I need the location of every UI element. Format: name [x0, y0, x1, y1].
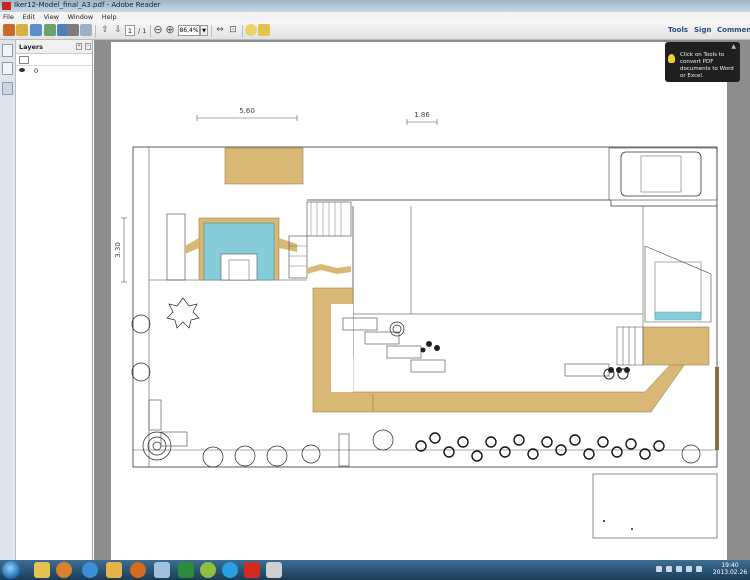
fit-width-icon[interactable]: ⇔: [214, 24, 226, 36]
next-page-icon[interactable]: ⇩: [112, 24, 124, 36]
lightbulb-icon: [668, 54, 675, 63]
layer-row[interactable]: 0: [16, 66, 92, 76]
eye-icon[interactable]: [19, 68, 25, 72]
utorrent-icon[interactable]: [200, 562, 216, 578]
highlight-pen-icon[interactable]: [258, 24, 270, 36]
open-folder-icon[interactable]: [16, 24, 28, 36]
site-boundary: [132, 146, 718, 468]
palm-symbol: [420, 341, 440, 353]
dimension-label: 5.60: [239, 107, 255, 115]
sign-button[interactable]: Sign: [694, 26, 711, 34]
car-outline: [620, 151, 702, 197]
layer-name: 0: [34, 67, 39, 75]
navigation-rail: [0, 40, 16, 560]
page-thumbnails-icon[interactable]: [2, 44, 13, 57]
tray-icon[interactable]: [656, 566, 662, 572]
pdf-page[interactable]: 5.60 1.86 3.30: [111, 42, 727, 560]
tooltip-text: Click on Tools to convert PDF documents …: [680, 52, 734, 79]
skype-icon[interactable]: [222, 562, 238, 578]
volume-icon[interactable]: [696, 566, 702, 572]
document-area[interactable]: 5.60 1.86 3.30: [94, 40, 750, 560]
clock-time: 19:40: [721, 562, 739, 569]
layers-options[interactable]: [16, 54, 92, 66]
options-menu-icon[interactable]: [19, 56, 29, 64]
tree-symbols: [131, 297, 701, 468]
dimension-label: 3.30: [114, 242, 122, 258]
expand-panel-icon[interactable]: ›: [85, 43, 91, 50]
tooltip-arrow-icon: ▲: [731, 43, 736, 50]
shrub-cluster: [603, 367, 630, 380]
media-player-icon[interactable]: [56, 562, 72, 578]
stairs: [288, 201, 352, 279]
title-block: [592, 473, 718, 539]
site-plan-drawing: 5.60 1.86 3.30: [114, 107, 719, 539]
tools-tooltip: ▲ Click on Tools to convert PDF document…: [665, 42, 740, 82]
hedge-row: [415, 432, 665, 462]
title-bar: Iker12-Model_final_A3.pdf - Adobe Reader: [0, 0, 750, 12]
collapse-panel-icon[interactable]: «: [76, 43, 82, 50]
paint-icon[interactable]: [106, 562, 122, 578]
explorer-icon[interactable]: [34, 562, 50, 578]
folder-icon[interactable]: [154, 562, 170, 578]
save-disk-icon[interactable]: [178, 562, 194, 578]
comment-button[interactable]: Comment: [717, 26, 750, 34]
zoom-dropdown-chevron-icon[interactable]: ▼: [200, 25, 208, 36]
window-title: Iker12-Model_final_A3.pdf - Adobe Reader: [14, 1, 161, 9]
adobe-reader-icon: [2, 2, 11, 10]
page-total: / 1: [138, 27, 147, 35]
tray-icon[interactable]: [676, 566, 682, 572]
acrobat-icon[interactable]: [244, 562, 260, 578]
layers-panel-header: Layers « ›: [16, 40, 92, 54]
layers-panel: Layers « › 0: [16, 40, 93, 560]
clock-date: 2013.02.26: [712, 569, 748, 576]
attachments-icon[interactable]: [2, 62, 13, 75]
zoom-out-icon[interactable]: ⊖: [152, 24, 164, 36]
page-number-input[interactable]: 1: [125, 25, 135, 36]
app-icon[interactable]: [266, 562, 282, 578]
windows-taskbar: 19:40 2013.02.26: [0, 560, 750, 580]
dimension-label: 1.86: [414, 111, 430, 119]
start-button-icon[interactable]: [2, 561, 20, 579]
firefox-icon[interactable]: [130, 562, 146, 578]
create-pdf-icon[interactable]: [3, 24, 15, 36]
zoom-input[interactable]: 86,4%: [178, 25, 200, 36]
cloud-icon[interactable]: [30, 24, 42, 36]
internet-explorer-icon[interactable]: [82, 562, 98, 578]
toolbar: ⇧ ⇩ 1 / 1 ⊖ ⊕ 86,4% ▼ ⇔ ⊡ Tools Sign Com…: [0, 21, 750, 40]
menu-bar: File Edit View Window Help: [0, 12, 750, 21]
zoom-in-icon[interactable]: ⊕: [164, 24, 176, 36]
layers-panel-title: Layers: [19, 43, 44, 51]
tray-icon[interactable]: [666, 566, 672, 572]
fit-page-icon[interactable]: ⊡: [227, 24, 239, 36]
tools-button[interactable]: Tools: [668, 26, 688, 34]
layers-icon[interactable]: [2, 82, 13, 95]
save-icon[interactable]: [44, 24, 56, 36]
previous-page-icon[interactable]: ⇧: [99, 24, 111, 36]
comment-bubble-icon[interactable]: [245, 24, 257, 36]
taskbar-clock[interactable]: 19:40 2013.02.26: [712, 562, 748, 576]
dimension-5-60: 5.60: [196, 107, 298, 121]
dimension-1-86: 1.86: [406, 111, 438, 125]
sand-area: [224, 147, 304, 185]
print-icon[interactable]: [67, 24, 79, 36]
network-icon[interactable]: [686, 566, 692, 572]
email-icon[interactable]: [80, 24, 92, 36]
dimension-3-30: 3.30: [114, 217, 127, 283]
